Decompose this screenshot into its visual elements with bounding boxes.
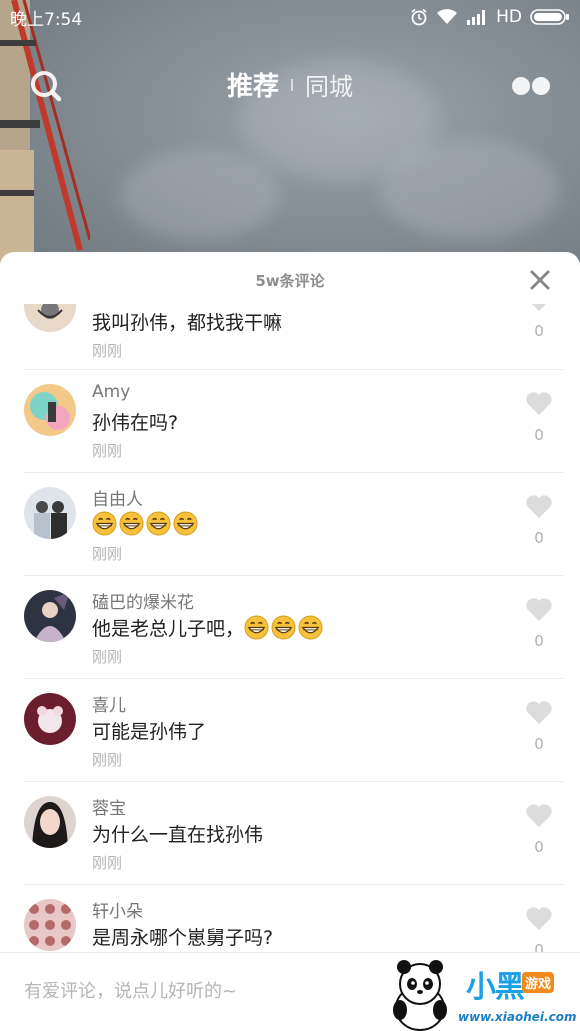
tab-divider [291,78,293,91]
like-count: 0 [534,632,544,650]
avatar[interactable] [24,899,76,951]
comment-username[interactable]: Amy [92,382,130,402]
alarm-icon [411,8,427,26]
heart-icon [526,804,552,827]
like-button[interactable]: 0 [524,493,554,547]
comment-item: 轩小朵 是周永哪个崽舅子吗? 0 [24,885,564,952]
video-background[interactable] [0,0,580,290]
dot-icon [532,77,550,95]
comment-item: 喜儿 可能是孙伟了 刚刚 0 [24,679,564,782]
top-nav: 推荐 同城 [0,58,580,114]
like-button[interactable]: 0 [524,699,554,753]
comment-username[interactable]: 蓉宝 [92,794,126,819]
comment-time: 刚刚 [92,751,123,769]
heart-icon [532,304,546,311]
like-button[interactable]: 0 [524,304,554,340]
comment-text: 是周永哪个崽舅子吗? [92,923,273,950]
like-count: 0 [534,838,544,856]
comment-count-title: 5w条评论 [255,272,325,290]
panda-mascot-icon [393,960,447,1031]
comment-time: 刚刚 [92,442,123,460]
watermark-brand: 小黑 [466,970,525,1005]
like-count: 0 [534,941,544,952]
comment-time: 刚刚 [92,342,123,360]
sheet-header: 5w条评论 [0,252,580,304]
avatar[interactable] [24,590,76,642]
scaffold-image [0,0,90,290]
comment-text-content: 我叫孙伟，都找我干嘛 [92,312,283,334]
comment-text: 我叫孙伟，都找我干嘛 [92,308,282,335]
comment-username[interactable]: 轩小朵 [92,897,143,922]
close-icon[interactable] [528,268,552,292]
comment-item: 自由人 刚刚 0 [24,473,564,576]
watermark-sub: 游戏 [522,972,555,993]
like-button[interactable]: 0 [524,905,554,952]
comment-item: Amy 孙伟在吗? 刚刚 0 [24,370,564,473]
tab-nearby[interactable]: 同城 [305,67,353,102]
comment-text-content: 为什么一直在找孙伟 [92,824,264,846]
comment-text-content: 他是老总儿子吧， [92,618,245,640]
dot-icon [512,77,530,95]
comment-text: 可能是孙伟了 [92,717,206,744]
heart-icon [526,598,552,621]
comment-text: 他是老总儿子吧， [92,614,325,641]
like-button[interactable]: 0 [524,802,554,856]
comment-list[interactable]: 我叫孙伟，都找我干嘛 刚刚 0 Amy 孙伟在吗? 刚刚 0 自由人 刚刚 0 … [0,304,580,952]
like-count: 0 [534,529,544,547]
grin-emoji-icon [298,615,323,640]
grin-emoji-icon [173,511,198,536]
network-label: HD [496,7,522,27]
comment-time: 刚刚 [92,854,123,872]
tab-recommend[interactable]: 推荐 [227,66,279,103]
heart-icon [526,701,552,724]
like-button[interactable]: 0 [524,390,554,444]
avatar[interactable] [24,384,76,436]
heart-icon [526,495,552,518]
emoji-row [244,615,325,640]
watermark-logo: 小黑 游戏 www.xiaohei.com [380,958,580,1031]
avatar[interactable] [24,487,76,539]
comment-username[interactable]: 喜儿 [92,691,126,716]
avatar[interactable] [24,304,76,332]
grin-emoji-icon [271,615,296,640]
comment-text [92,511,200,536]
wifi-icon [437,9,458,24]
grin-emoji-icon [244,615,269,640]
heart-icon [526,392,552,415]
watermark-url: www.xiaohei.com [458,1010,577,1024]
grin-emoji-icon [119,511,144,536]
status-time: 晚上7:54 [10,9,83,30]
like-button[interactable]: 0 [524,596,554,650]
comment-text-content: 孙伟在吗? [92,412,179,434]
comment-time: 刚刚 [92,545,123,563]
grin-emoji-icon [92,511,117,536]
more-button[interactable] [512,74,552,98]
like-count: 0 [534,735,544,753]
comment-text: 为什么一直在找孙伟 [92,820,263,847]
battery-icon [530,9,569,25]
feed-tabs: 推荐 同城 [0,66,580,103]
status-bar: 晚上7:54 HD [0,0,580,34]
signal-icon [467,10,486,25]
comment-sheet: 5w条评论 我叫孙伟，都找我干嘛 刚刚 0 Amy 孙伟在吗? 刚刚 0 自由人… [0,252,580,1031]
comment-text-content: 是周永哪个崽舅子吗? [92,927,274,949]
comment-item: 蓉宝 为什么一直在找孙伟 刚刚 0 [24,782,564,885]
comment-input[interactable] [24,981,364,1002]
comment-time: 刚刚 [92,648,123,666]
avatar[interactable] [24,693,76,745]
comment-text: 孙伟在吗? [92,408,178,435]
like-count: 0 [534,426,544,444]
avatar[interactable] [24,796,76,848]
emoji-row [92,511,200,536]
comment-item: 我叫孙伟，都找我干嘛 刚刚 0 [24,304,564,370]
comment-username[interactable]: 磕巴的爆米花 [92,588,194,613]
heart-icon [526,907,552,930]
comment-text-content: 可能是孙伟了 [92,721,207,743]
grin-emoji-icon [146,511,171,536]
like-count: 0 [534,322,544,340]
comment-username[interactable]: 自由人 [92,485,143,510]
comment-item: 磕巴的爆米花 他是老总儿子吧， 刚刚 0 [24,576,564,679]
